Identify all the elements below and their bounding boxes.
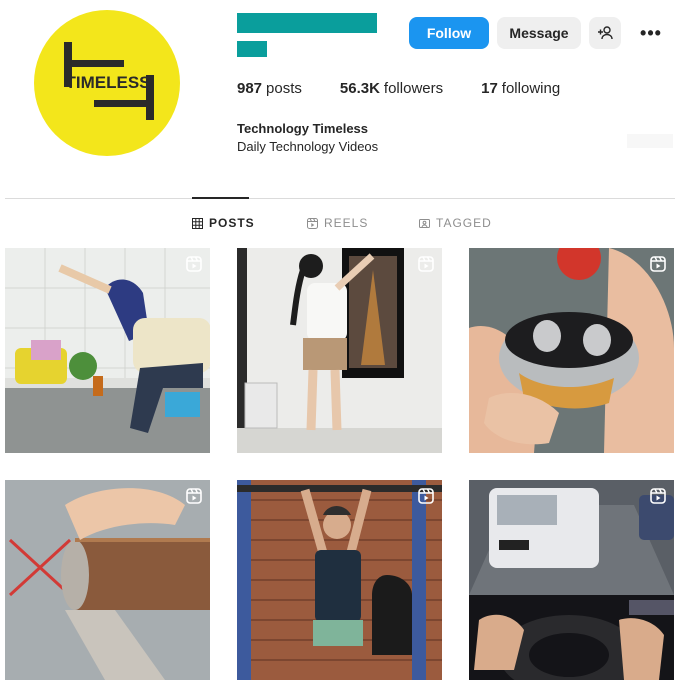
reel-icon	[650, 488, 666, 504]
svg-text:TIMELESS: TIMELESS	[65, 73, 150, 92]
post-tile[interactable]	[237, 248, 442, 453]
tabs-divider	[5, 198, 675, 199]
profile-avatar[interactable]: TIMELESS	[34, 10, 180, 156]
post-tile[interactable]	[469, 248, 674, 453]
post-tile[interactable]	[237, 480, 442, 680]
tab-posts[interactable]: POSTS	[192, 216, 255, 230]
username-redacted	[237, 13, 377, 33]
timeless-logo: TIMELESS	[64, 42, 154, 120]
post-thumbnail-pullup-bar	[237, 480, 442, 680]
tab-posts-label: POSTS	[209, 216, 255, 230]
bio-name: Technology Timeless	[237, 121, 369, 136]
posts-count: 987	[237, 80, 263, 97]
more-options-button[interactable]: •••	[633, 17, 669, 49]
grid-icon	[192, 217, 203, 229]
reel-icon	[186, 488, 202, 504]
reel-icon	[186, 256, 202, 272]
profile-stats: 987 posts 56.3K followers 17 following	[237, 80, 598, 97]
post-thumbnail-van-simulator	[469, 480, 674, 680]
active-tab-indicator	[192, 197, 249, 199]
reel-icon	[650, 256, 666, 272]
posts-stat: 987 posts	[237, 80, 302, 97]
following-label: following	[501, 80, 561, 97]
following-count: 17	[481, 80, 498, 97]
tagged-icon	[419, 218, 430, 228]
tab-tagged[interactable]: TAGGED	[419, 216, 492, 230]
tab-reels[interactable]: REELS	[307, 216, 368, 230]
followers-label: followers	[383, 80, 444, 97]
add-user-icon	[598, 26, 613, 40]
reels-icon	[307, 217, 318, 229]
message-button[interactable]: Message	[497, 17, 581, 49]
post-thumbnail-rusty-pipe	[5, 480, 210, 680]
faint-placeholder	[627, 134, 673, 148]
reel-icon	[418, 256, 434, 272]
posts-label: posts	[266, 80, 302, 97]
post-tile[interactable]	[5, 480, 210, 680]
following-stat[interactable]: 17 following	[481, 80, 560, 97]
follow-button[interactable]: Follow	[409, 17, 489, 49]
followers-count: 56.3K	[339, 80, 380, 97]
post-tile[interactable]	[5, 248, 210, 453]
tab-tagged-label: TAGGED	[436, 216, 492, 230]
username-redacted-secondary	[237, 41, 267, 57]
post-thumbnail-eiffel-frame	[237, 248, 442, 453]
tab-reels-label: REELS	[324, 216, 369, 230]
suggest-users-button[interactable]	[589, 17, 621, 49]
post-tile[interactable]	[469, 480, 674, 680]
reel-icon	[418, 488, 434, 504]
post-thumbnail-wall-organizer	[5, 248, 210, 453]
bio-description: Daily Technology Videos	[237, 139, 379, 154]
post-thumbnail-earbuds	[469, 248, 674, 453]
followers-stat[interactable]: 56.3K followers	[340, 80, 443, 97]
